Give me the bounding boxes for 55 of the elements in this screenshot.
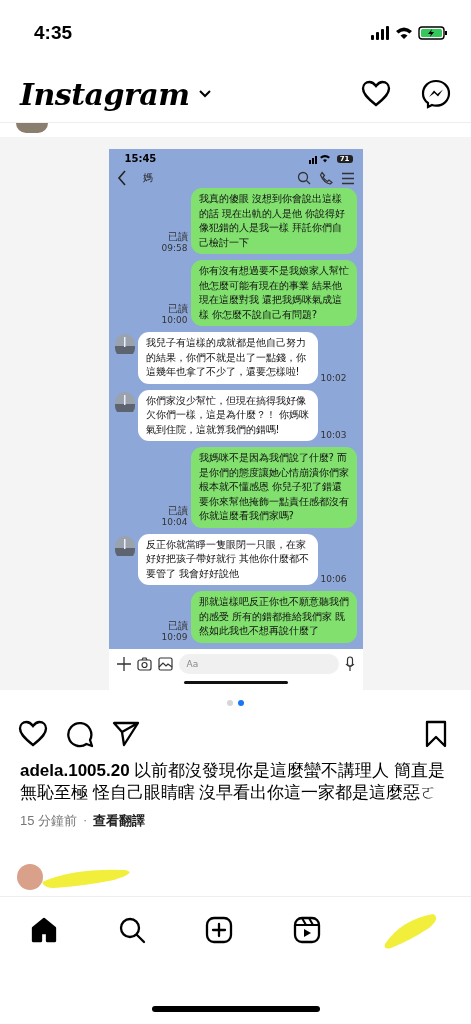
post-time: 15 分鐘前	[20, 811, 78, 830]
message-time: 10:04	[161, 516, 188, 528]
separator-dot: ·	[83, 811, 88, 829]
messenger-icon[interactable]	[421, 79, 451, 109]
received-message: 你們家沒少幫忙，但現在搞得我好像欠你們一樣，這是為什麼？！ 你媽咪氣到住院，這就算我們的錯嗎!	[137, 389, 318, 441]
chevron-down-icon[interactable]	[197, 89, 212, 99]
message-time: 10:06	[320, 574, 347, 585]
status-time: 4:35	[34, 22, 74, 44]
avatar[interactable]	[16, 123, 48, 133]
message-time: 10:03	[320, 430, 347, 441]
phone-icon[interactable]	[318, 171, 333, 185]
carousel-dot[interactable]	[238, 699, 244, 706]
reels-tab[interactable]	[293, 915, 322, 944]
chat-status-time: 15:45	[124, 153, 157, 164]
back-icon[interactable]	[116, 170, 127, 186]
read-receipt: 已讀	[167, 303, 188, 316]
create-tab[interactable]	[205, 915, 234, 944]
signal-icon	[371, 26, 389, 40]
plus-icon[interactable]	[116, 656, 131, 671]
comment-icon[interactable]	[66, 719, 94, 748]
contact-name: 媽	[142, 171, 153, 185]
read-receipt: 已讀	[167, 619, 188, 632]
camera-icon[interactable]	[136, 656, 152, 671]
message-time: 09:58	[161, 243, 188, 254]
send-icon[interactable]	[112, 720, 140, 747]
signal-icon	[308, 153, 333, 164]
received-message: 我兒子有這樣的成就都是他自己努力的結果，你們不就是出了一點錢，你這幾年也拿了不少了，還要怎樣啦!	[137, 332, 318, 384]
instagram-logo[interactable]: Instagram	[20, 76, 190, 112]
search-tab[interactable]	[117, 915, 146, 944]
wifi-icon	[396, 27, 412, 39]
search-icon[interactable]	[296, 171, 311, 185]
message-time: 10:02	[320, 372, 347, 384]
sent-message: 我媽咪不是因為我們說了什麼? 而是你們的態度讓她心情崩潰你們家根本就不懂感恩 你兒子犯了錯還要你來幫他掩飾一點責任感都沒有你就這麼看我們家嗎?	[190, 447, 357, 528]
contact-avatar[interactable]	[114, 535, 135, 556]
microphone-icon[interactable]	[344, 655, 355, 672]
contact-avatar[interactable]	[114, 334, 135, 354]
sent-message: 那就這樣吧反正你也不願意聽我們的感受 所有的錯都推給我們家 既然如此我也不想再說什麼了	[190, 591, 357, 643]
message-time: 10:00	[161, 315, 188, 326]
carousel-dot[interactable]	[227, 699, 233, 706]
read-receipt: 已讀	[167, 231, 188, 244]
battery-icon	[418, 26, 447, 40]
home-tab[interactable]	[29, 915, 58, 944]
sent-message: 你有沒有想過要不是我娘家人幫忙他怎麼可能有現在的事業 結果他現在這麼對我 還把我媽咪氣成這樣 你怎麼不說自己有問題?	[190, 260, 357, 326]
image-icon[interactable]	[157, 656, 173, 671]
heart-icon[interactable]	[18, 719, 48, 748]
translate-link[interactable]: 查看翻譯	[93, 811, 146, 830]
bookmark-icon[interactable]	[425, 719, 447, 748]
heart-icon[interactable]	[361, 80, 391, 108]
received-message: 反正你就當睜一隻眼閉一只眼，在家好好把孩子帶好就行 其他你什麼都不要管了 我會好好說他	[137, 533, 318, 585]
post-caption: adela.1005.20 以前都沒發現你是這麼蠻不講理人 簡直是無恥至極 怪自己眼睛瞎 沒早看出你這一家都是這麼惡ㄛ	[20, 759, 447, 804]
read-receipt: 已讀	[167, 504, 188, 517]
contact-avatar[interactable]	[114, 391, 135, 412]
menu-icon[interactable]	[340, 171, 355, 185]
sent-message: 我真的傻眼 沒想到你會說出這樣的話 現在出軌的人是他 你說得好像犯錯的人是我一樣 拜託你們自己檢討一下	[190, 188, 357, 254]
message-time: 10:09	[161, 631, 188, 643]
